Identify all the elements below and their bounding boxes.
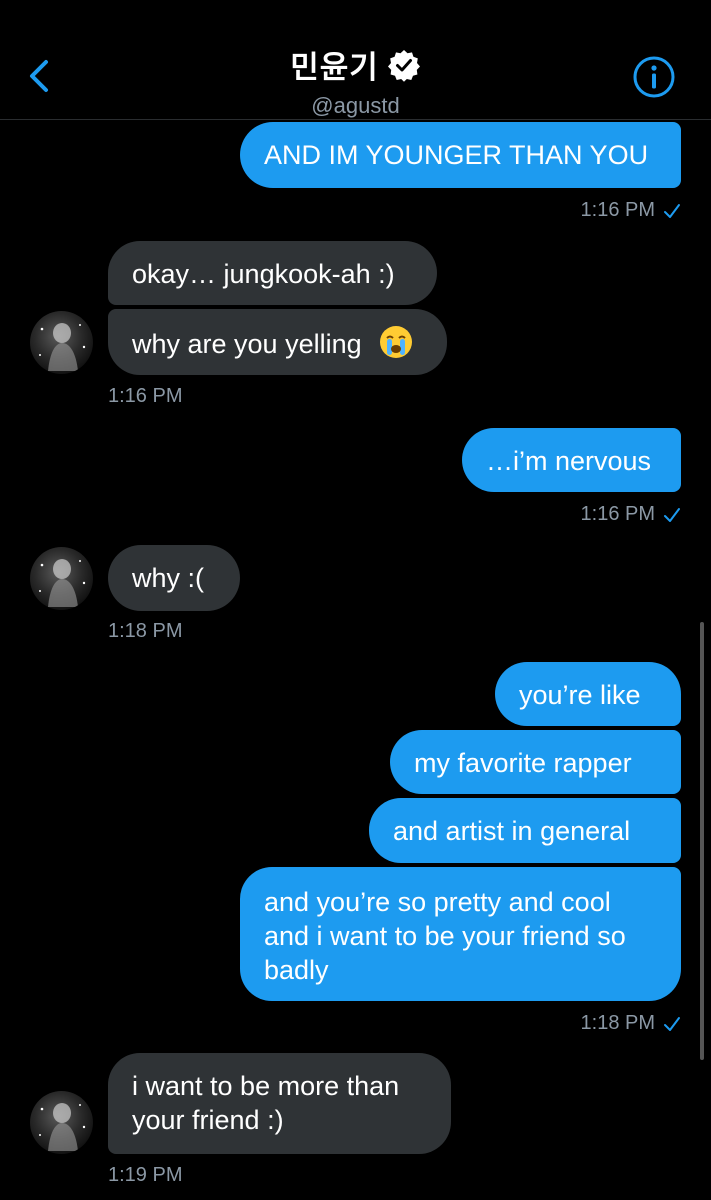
message-bubble-sent[interactable]: you’re like <box>495 662 681 726</box>
contact-avatar[interactable] <box>30 311 93 374</box>
message-timestamp: 1:16 PM <box>108 385 183 407</box>
conversation-handle: @agustd <box>311 93 400 118</box>
message-timestamp: 1:16 PM <box>581 199 681 222</box>
message-bubble-sent[interactable]: and you’re so pretty and cool and i want… <box>240 867 681 1001</box>
message-text: my favorite rapper <box>414 748 632 778</box>
message-bubble-received[interactable]: why :( <box>108 545 240 611</box>
message-timestamp: 1:16 PM <box>581 503 681 526</box>
checkmark-icon <box>664 203 680 218</box>
message-timestamp: 1:19 PM <box>108 1164 183 1186</box>
conversation-title-block[interactable]: 민윤기 @agustd <box>0 42 711 119</box>
scrollbar[interactable] <box>700 622 704 1060</box>
message-text: you’re like <box>519 680 641 710</box>
message-text-line: and i want to be your friend so <box>264 921 626 951</box>
info-button[interactable] <box>632 55 676 99</box>
message-bubble-sent[interactable]: AND IM YOUNGER THAN YOU <box>240 122 681 188</box>
message-text: AND IM YOUNGER THAN YOU <box>264 140 649 170</box>
message-timestamp: 1:18 PM <box>581 1012 681 1035</box>
message-bubble-received[interactable]: i want to be more than your friend :) <box>108 1053 451 1154</box>
message-text-line: i want to be more than <box>132 1071 400 1101</box>
message-bubble-received[interactable]: why are you yelling <box>108 309 447 375</box>
contact-avatar[interactable] <box>30 547 93 610</box>
checkmark-icon <box>664 507 680 522</box>
message-bubble-sent[interactable]: …i’m nervous <box>462 428 681 492</box>
avatar-image <box>39 323 86 371</box>
message-text: and artist in general <box>393 816 631 846</box>
checkmark-icon <box>664 1016 680 1031</box>
loudly-crying-face-emoji <box>380 326 413 358</box>
message-timestamp: 1:18 PM <box>108 620 183 642</box>
contact-avatar[interactable] <box>30 1091 93 1154</box>
message-text: okay… jungkook-ah :) <box>132 259 395 289</box>
message-text: …i’m nervous <box>486 446 652 476</box>
message-text-line: and you’re so pretty and cool <box>264 887 611 917</box>
conversation-title: 민윤기 <box>290 50 379 85</box>
message-bubble-received[interactable]: okay… jungkook-ah :) <box>108 241 437 305</box>
message-text: why :( <box>132 563 205 593</box>
message-text: why are you yelling <box>132 329 362 359</box>
message-bubble-sent[interactable]: my favorite rapper <box>390 730 681 794</box>
avatar-image <box>39 559 86 607</box>
message-text-line: your friend :) <box>132 1105 284 1135</box>
message-text-line: badly <box>264 955 329 985</box>
verified-badge-icon <box>387 49 420 82</box>
avatar-image <box>39 1103 86 1151</box>
conversation-header: 민윤기 @agustd <box>0 0 711 120</box>
info-icon <box>633 56 675 98</box>
message-bubble-sent[interactable]: and artist in general <box>369 798 681 863</box>
